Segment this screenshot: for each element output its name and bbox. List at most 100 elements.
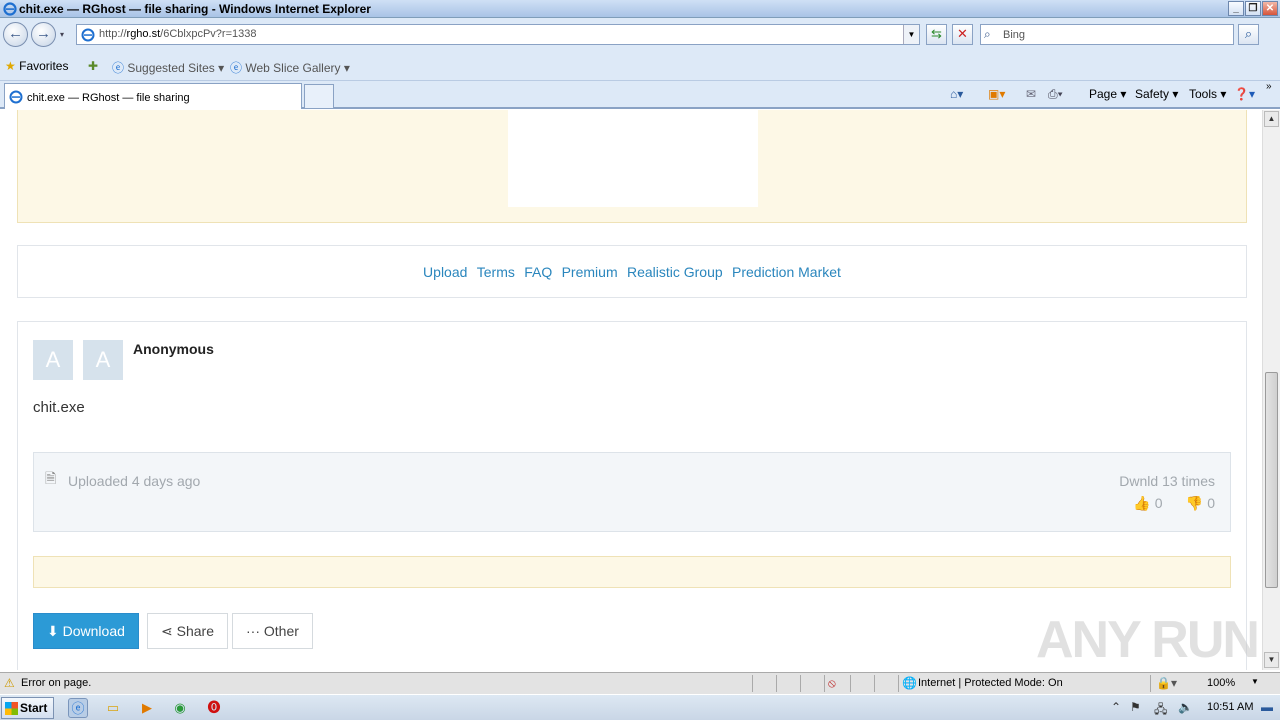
scroll-up-button[interactable]: ▲	[1264, 111, 1279, 127]
status-bar: ⚠ Error on page. ⦸ 🌐 Internet | Protecte…	[0, 672, 1280, 694]
system-clock[interactable]: 10:51 AM	[1207, 701, 1253, 713]
minimize-button[interactable]: _	[1228, 1, 1244, 16]
internet-explorer-icon	[3, 2, 17, 16]
prediction-market-link[interactable]: Prediction Market	[732, 264, 841, 280]
back-button[interactable]: ←	[3, 22, 28, 47]
feeds-icon[interactable]: ▣▾	[988, 87, 1005, 101]
close-window-button[interactable]: ✕	[1262, 1, 1278, 16]
address-url[interactable]: http://rgho.st/6CblxpcPv?r=1338	[99, 28, 256, 40]
folder-taskbar-icon[interactable]: ▭	[103, 698, 123, 718]
thumbs-up-icon[interactable]: 👍	[1133, 495, 1150, 511]
security-zone: Internet | Protected Mode: On	[918, 677, 1063, 689]
premium-link[interactable]: Premium	[562, 264, 618, 280]
status-divider	[824, 675, 825, 692]
mail-icon[interactable]: ✉	[1026, 87, 1036, 101]
notice-box	[33, 556, 1231, 588]
favorites-button[interactable]: ★ Favorites	[5, 59, 68, 73]
search-button[interactable]: ⌕	[1238, 24, 1259, 45]
compatibility-view-button[interactable]: ⇆	[926, 24, 947, 45]
status-divider	[898, 675, 899, 692]
status-message[interactable]: Error on page.	[21, 677, 91, 689]
upload-link[interactable]: Upload	[423, 264, 467, 280]
help-icon[interactable]: ❓▾	[1234, 87, 1255, 101]
recent-pages-dropdown[interactable]: ▾	[60, 30, 64, 39]
thumbs-down-icon[interactable]: 👎	[1186, 495, 1203, 511]
file-icon: 🗎	[45, 470, 57, 486]
favorites-bar: ★ Favorites ✚ ⓔ Suggested Sites ▾ ⓔ Web …	[0, 52, 1280, 81]
search-icon: ⌕	[1244, 26, 1253, 41]
home-icon[interactable]: ⌂▾	[950, 87, 963, 101]
start-button[interactable]: Start	[1, 697, 54, 719]
search-provider-icon: ⌕	[984, 27, 991, 41]
status-divider	[752, 675, 753, 692]
tab-bar: chit.exe — RGhost — file sharing ⌂▾ ▣▾ ✉…	[0, 81, 1280, 109]
network-icon[interactable]: 🖧	[1154, 700, 1167, 720]
faq-link[interactable]: FAQ	[524, 264, 552, 280]
vertical-scrollbar[interactable]: ▲ ▼	[1262, 110, 1280, 670]
page-viewport: Upload Terms FAQ Premium Realistic Group…	[0, 110, 1262, 670]
protected-mode-icon[interactable]: 🔒▾	[1156, 676, 1177, 690]
chevron-more-icon[interactable]: »	[1266, 81, 1272, 92]
ie-page-icon: ⓔ	[112, 61, 125, 75]
ie-page-icon: ⓔ	[230, 61, 243, 75]
address-bar[interactable]: http://rgho.st/6CblxpcPv?r=1338 ▼	[76, 24, 920, 45]
stop-icon: ✕	[957, 26, 968, 41]
favicon	[9, 90, 23, 104]
uploader-name: Anonymous	[133, 341, 214, 357]
show-desktop-icon[interactable]: ▬	[1261, 700, 1273, 714]
media-player-taskbar-icon[interactable]: ▶	[137, 698, 157, 718]
avatar: A	[33, 340, 73, 380]
star-icon: ★	[5, 59, 16, 73]
scrollbar-thumb[interactable]	[1265, 372, 1278, 588]
file-name: chit.exe	[33, 399, 85, 416]
volume-icon[interactable]: 🔈	[1178, 700, 1193, 714]
realistic-group-link[interactable]: Realistic Group	[627, 264, 723, 280]
arrow-left-icon: ←	[8, 25, 23, 42]
suggested-sites-link[interactable]: ⓔ Suggested Sites ▾	[112, 59, 224, 76]
search-box[interactable]: ⌕ Bing	[980, 24, 1234, 45]
tab-title: chit.exe — RGhost — file sharing	[27, 92, 190, 104]
forward-button[interactable]: →	[31, 22, 56, 47]
safety-menu[interactable]: Safety ▾	[1135, 87, 1178, 101]
tools-menu[interactable]: Tools ▾	[1189, 87, 1226, 101]
search-placeholder: Bing	[1003, 29, 1026, 41]
scroll-down-button[interactable]: ▼	[1264, 652, 1279, 668]
maximize-button[interactable]: ❐	[1245, 1, 1261, 16]
download-icon: ⬇	[47, 623, 59, 639]
dislike-count: 0	[1207, 495, 1215, 511]
warning-icon[interactable]: ⚠	[4, 676, 15, 690]
zoom-dropdown-icon[interactable]: ▼	[1251, 677, 1259, 686]
status-divider	[850, 675, 851, 692]
internet-zone-icon: 🌐	[902, 676, 917, 690]
share-icon: ⋖	[161, 623, 173, 639]
internet-explorer-taskbar-icon[interactable]: ⓔ	[68, 698, 88, 718]
other-button[interactable]: ··· Other	[232, 613, 313, 649]
share-button[interactable]: ⋖ Share	[147, 613, 228, 649]
stop-button[interactable]: ✕	[952, 24, 973, 45]
show-hidden-icons[interactable]: ⌃	[1111, 700, 1121, 714]
tab-rghost[interactable]: chit.exe — RGhost — file sharing	[4, 83, 302, 109]
status-divider	[800, 675, 801, 692]
page-menu[interactable]: Page ▾	[1089, 87, 1126, 101]
add-to-favorites-icon[interactable]: ✚	[88, 59, 98, 73]
window-title: chit.exe — RGhost — file sharing - Windo…	[19, 2, 371, 16]
windows-logo-icon	[5, 702, 18, 715]
arrow-right-icon: →	[36, 25, 51, 42]
web-slice-gallery-link[interactable]: ⓔ Web Slice Gallery ▾	[230, 59, 350, 76]
compatibility-icon: ⇆	[931, 26, 942, 41]
ellipsis-icon: ···	[246, 623, 260, 639]
page-icon	[81, 28, 95, 42]
download-button[interactable]: ⬇ Download	[33, 613, 139, 649]
zoom-level[interactable]: 100%	[1207, 677, 1235, 689]
opera-taskbar-icon[interactable]: ⓿	[204, 698, 224, 718]
action-center-flag-icon[interactable]: ⚑	[1130, 700, 1141, 714]
terms-link[interactable]: Terms	[477, 264, 515, 280]
address-dropdown-button[interactable]: ▼	[903, 25, 919, 44]
chrome-taskbar-icon[interactable]: ◉	[170, 698, 190, 718]
print-icon[interactable]: ⎙▾	[1048, 87, 1063, 102]
popup-blocker-icon[interactable]: ⦸	[828, 676, 836, 691]
download-count: Dwnld 13 times	[1119, 473, 1215, 489]
status-divider	[776, 675, 777, 692]
window-title-bar: chit.exe — RGhost — file sharing - Windo…	[0, 0, 1280, 18]
new-tab-button[interactable]	[304, 84, 334, 109]
